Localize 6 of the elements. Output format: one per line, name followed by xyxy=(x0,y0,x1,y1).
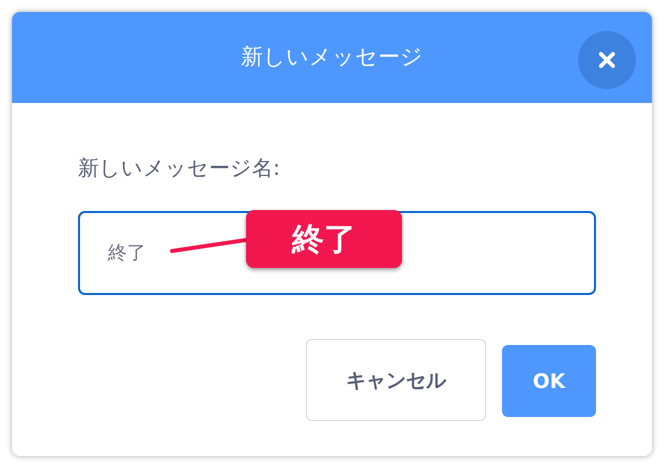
ok-button[interactable]: OK xyxy=(502,344,596,416)
annotation-callout: 終了 xyxy=(246,210,402,268)
dialog-title: 新しいメッセージ xyxy=(241,44,423,72)
cancel-button[interactable]: キャンセル xyxy=(306,338,486,420)
field-label: 新しいメッセージ名: xyxy=(78,155,282,182)
close-icon xyxy=(598,51,616,69)
